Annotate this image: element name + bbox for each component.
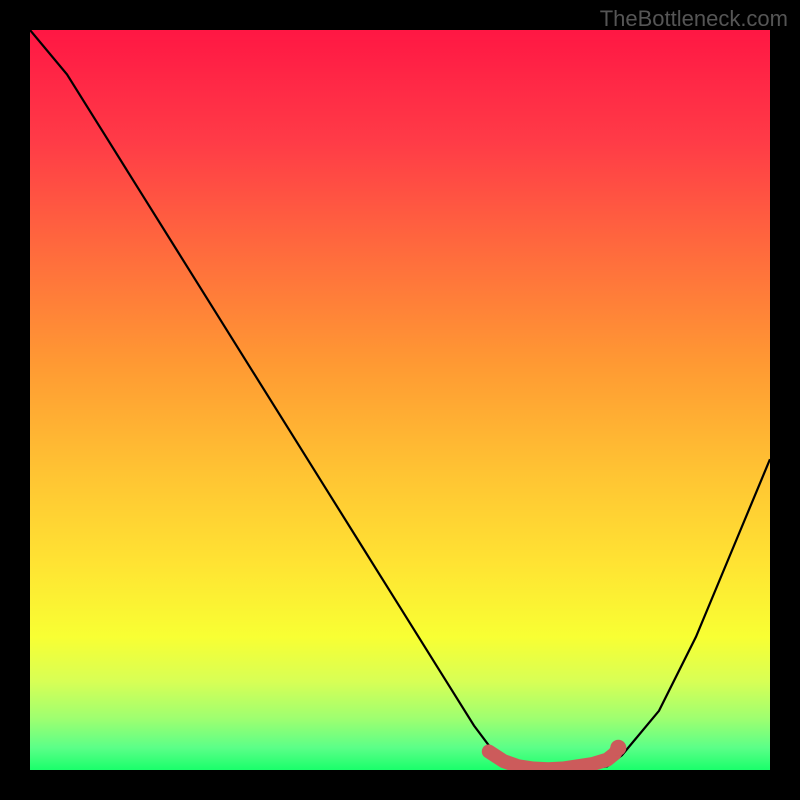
- optimal-marker-curve: [489, 748, 619, 769]
- chart-svg: [30, 30, 770, 770]
- plot-area: [30, 30, 770, 770]
- optimal-marker-dot: [610, 740, 626, 756]
- bottleneck-curve: [30, 30, 770, 770]
- watermark-text: TheBottleneck.com: [600, 6, 788, 32]
